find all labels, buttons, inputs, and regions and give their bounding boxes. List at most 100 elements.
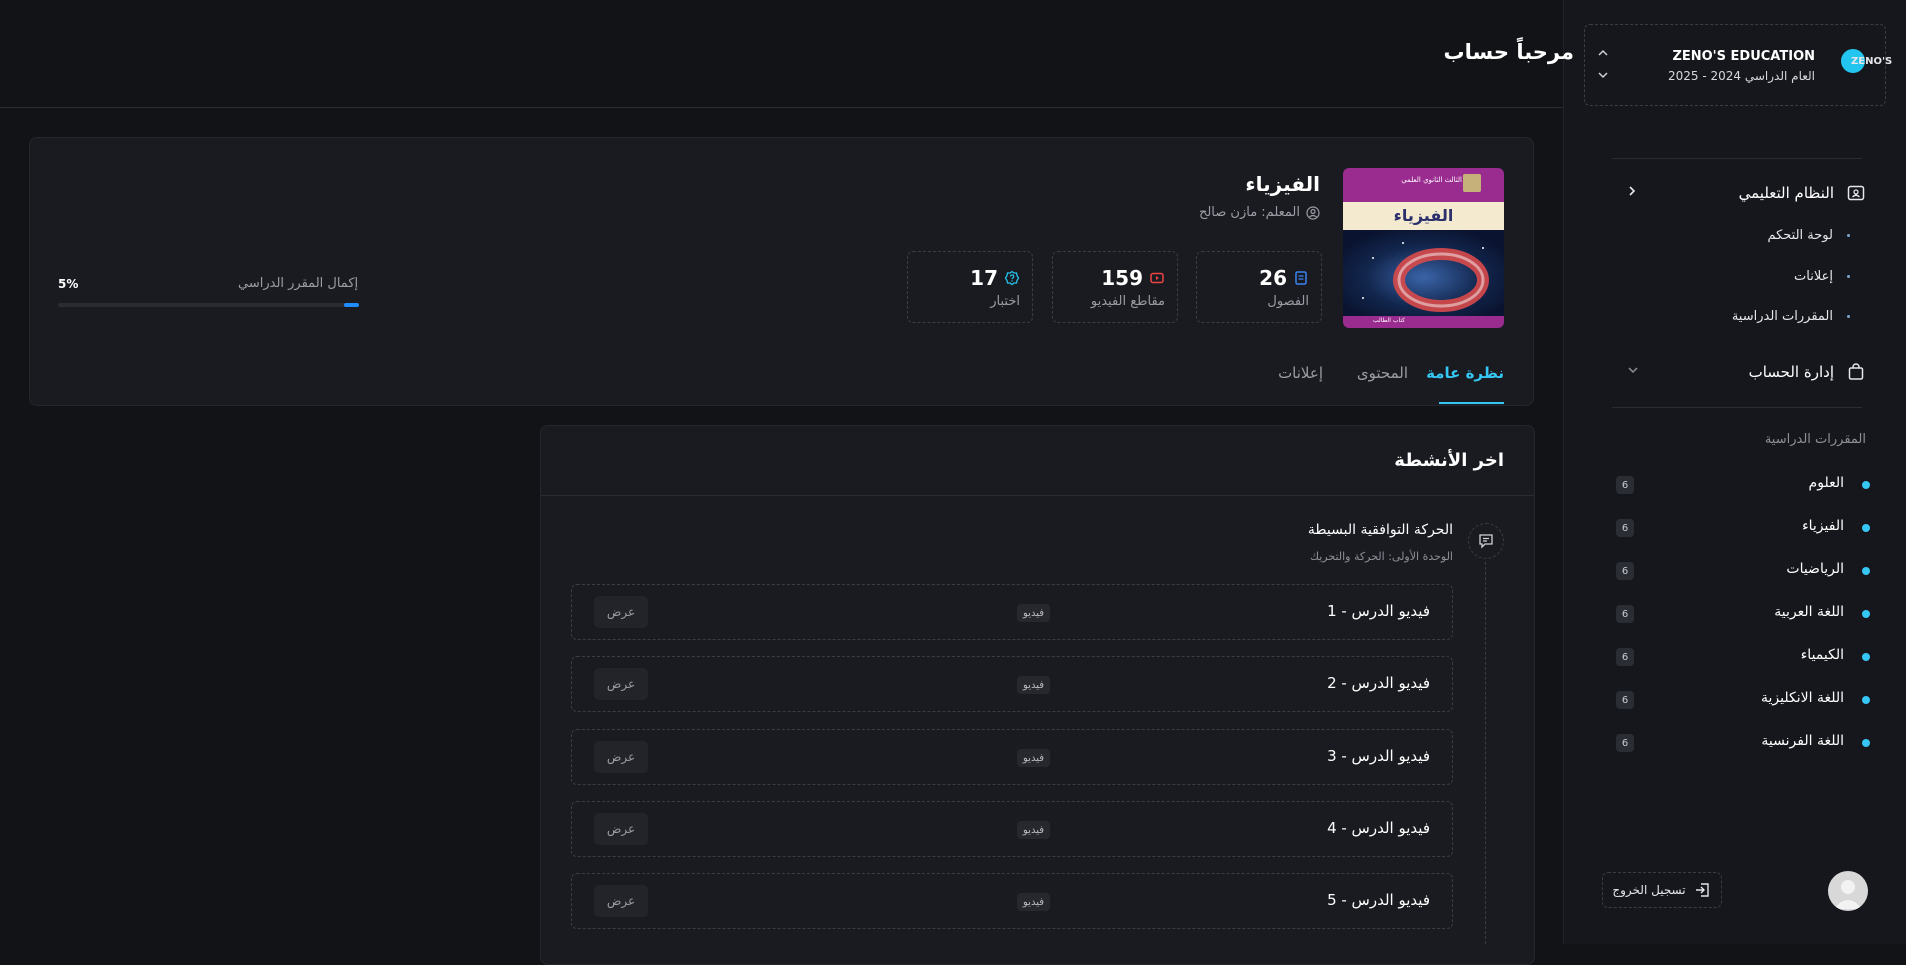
stat-value: 17 bbox=[970, 266, 998, 290]
course-name: الكيمياء bbox=[1800, 647, 1844, 663]
chevron-down-icon[interactable] bbox=[1597, 69, 1609, 81]
stat-label: اختبار bbox=[990, 294, 1020, 309]
sidebar: ZENO'S ZENO'S EDUCATION العام الدراسي 20… bbox=[1563, 0, 1906, 944]
sidebar-course-item[interactable]: 6 اللغة العربية bbox=[1616, 603, 1870, 625]
lesson-type-badge: فيديو bbox=[1017, 749, 1050, 767]
nav-account-management-label: إدارة الحساب bbox=[1748, 363, 1834, 381]
progress-bar-fill bbox=[343, 303, 359, 307]
sidebar-course-item[interactable]: 6 اللغة الفرنسية bbox=[1616, 732, 1870, 754]
course-bullet bbox=[1862, 696, 1870, 704]
tab-content[interactable]: المحتوى bbox=[1357, 364, 1408, 382]
shopping-bag-icon bbox=[1846, 362, 1866, 382]
page-title: مرحباً حساب bbox=[1443, 40, 1574, 64]
sidebar-item-courses[interactable]: المقررات الدراسية bbox=[1732, 306, 1850, 326]
course-cover-image: الثالث الثانوي العلمي الفيزياء كتاب الطا… bbox=[1343, 168, 1504, 328]
sidebar-divider bbox=[1612, 407, 1862, 408]
lesson-title[interactable]: فيديو الدرس - 1 bbox=[1327, 602, 1430, 620]
cover-title: الفيزياء bbox=[1393, 206, 1454, 225]
bullet bbox=[1847, 233, 1850, 237]
stat-videos-value-wrap: 159 bbox=[1101, 266, 1165, 290]
bullet bbox=[1847, 314, 1850, 318]
stat-quizzes-value-wrap: 17 bbox=[970, 266, 1020, 290]
course-bullet bbox=[1862, 567, 1870, 575]
stat-label: الفصول bbox=[1267, 294, 1309, 309]
nav-account-management[interactable]: إدارة الحساب bbox=[1626, 359, 1866, 385]
nav-education-system[interactable]: النظام التعليمي bbox=[1626, 180, 1866, 206]
bullet bbox=[1847, 274, 1850, 278]
org-switcher[interactable]: ZENO'S ZENO'S EDUCATION العام الدراسي 20… bbox=[1584, 24, 1892, 106]
view-button[interactable]: عرض bbox=[594, 813, 648, 845]
progress-percent: 5% bbox=[58, 277, 79, 291]
lesson-row: فيديو الدرس - 1 فيديو عرض bbox=[571, 584, 1453, 640]
nav-education-system-label: النظام التعليمي bbox=[1738, 184, 1834, 202]
view-button[interactable]: عرض bbox=[594, 741, 648, 773]
course-name: الرياضيات bbox=[1786, 561, 1844, 577]
tab-overview[interactable]: نظرة عامة bbox=[1426, 364, 1504, 382]
teacher-label: المعلم: مازن صالح bbox=[1198, 205, 1300, 220]
logout-icon bbox=[1695, 883, 1709, 897]
sidebar-divider bbox=[1612, 158, 1862, 159]
sidebar-course-item[interactable]: 6 الكيمياء bbox=[1616, 646, 1870, 668]
course-name: اللغة الفرنسية bbox=[1761, 733, 1844, 749]
user-circle-icon bbox=[1306, 205, 1320, 220]
book-icon bbox=[1295, 271, 1307, 285]
course-count-badge: 6 bbox=[1616, 691, 1634, 709]
sidebar-item-dashboard[interactable]: لوحة التحكم bbox=[1767, 225, 1850, 245]
sidebar-course-item[interactable]: 6 العلوم bbox=[1616, 474, 1870, 496]
lesson-title[interactable]: فيديو الدرس - 2 bbox=[1327, 674, 1430, 692]
lesson-row: فيديو الدرس - 5 فيديو عرض bbox=[571, 873, 1453, 929]
activity-item-title: الحركة التوافقية البسيطة bbox=[1307, 522, 1453, 538]
lesson-row: فيديو الدرس - 3 فيديو عرض bbox=[571, 729, 1453, 785]
chevron-up-icon[interactable] bbox=[1597, 47, 1609, 59]
lesson-row: فيديو الدرس - 2 فيديو عرض bbox=[571, 656, 1453, 712]
lesson-type-badge: فيديو bbox=[1017, 821, 1050, 839]
lesson-type-badge: فيديو bbox=[1017, 604, 1050, 622]
lesson-title[interactable]: فيديو الدرس - 5 bbox=[1327, 891, 1430, 909]
course-bullet bbox=[1862, 610, 1870, 618]
course-name: العلوم bbox=[1808, 475, 1844, 491]
courses-section-title: المقررات الدراسية bbox=[1764, 432, 1866, 447]
org-title: ZENO'S EDUCATION bbox=[1672, 49, 1815, 64]
tab-announcements[interactable]: إعلانات bbox=[1278, 364, 1323, 382]
stat-quizzes: 17 اختبار bbox=[907, 251, 1033, 323]
academic-year: العام الدراسي 2024 - 2025 bbox=[1667, 69, 1815, 83]
stat-value: 26 bbox=[1259, 266, 1287, 290]
stat-videos: 159 مقاطع الفيديو bbox=[1052, 251, 1178, 323]
course-teacher: المعلم: مازن صالح bbox=[1199, 205, 1320, 220]
avatar[interactable] bbox=[1828, 871, 1868, 911]
video-icon bbox=[1150, 272, 1164, 284]
logout-button[interactable]: تسجيل الخروج bbox=[1602, 872, 1722, 908]
sidebar-course-item[interactable]: 6 الفيزياء bbox=[1616, 517, 1870, 539]
progress-label: إكمال المقرر الدراسي bbox=[238, 276, 359, 291]
view-button[interactable]: عرض bbox=[594, 596, 648, 628]
course-bullet bbox=[1862, 524, 1870, 532]
header-divider bbox=[0, 107, 1563, 108]
activity-title: اخر الأنشطة bbox=[1394, 450, 1504, 471]
stat-chapters-value-wrap: 26 bbox=[1259, 266, 1309, 290]
course-title: الفيزياء bbox=[1245, 172, 1320, 196]
lesson-row: فيديو الدرس - 4 فيديو عرض bbox=[571, 801, 1453, 857]
sidebar-item-label: لوحة التحكم bbox=[1767, 227, 1833, 243]
sidebar-course-item[interactable]: 6 اللغة الانكليزية bbox=[1616, 689, 1870, 711]
course-bullet bbox=[1862, 481, 1870, 489]
lesson-type-badge: فيديو bbox=[1017, 893, 1050, 911]
lesson-type-badge: فيديو bbox=[1017, 676, 1050, 694]
course-bullet bbox=[1862, 739, 1870, 747]
view-button[interactable]: عرض bbox=[594, 668, 648, 700]
course-count-badge: 6 bbox=[1616, 648, 1634, 666]
course-name: اللغة العربية bbox=[1774, 604, 1844, 620]
tab-active-indicator bbox=[1439, 402, 1504, 404]
course-bullet bbox=[1862, 653, 1870, 661]
sidebar-item-announcements[interactable]: إعلانات bbox=[1794, 266, 1850, 286]
sidebar-course-item[interactable]: 6 الرياضيات bbox=[1616, 560, 1870, 582]
org-logo-text: ZENO'S bbox=[1851, 55, 1893, 67]
stat-label: مقاطع الفيديو bbox=[1090, 294, 1165, 309]
course-name: اللغة الانكليزية bbox=[1761, 690, 1844, 706]
lesson-title[interactable]: فيديو الدرس - 3 bbox=[1327, 747, 1430, 765]
stat-value: 159 bbox=[1101, 266, 1143, 290]
view-button[interactable]: عرض bbox=[594, 885, 648, 917]
lesson-title[interactable]: فيديو الدرس - 4 bbox=[1327, 819, 1430, 837]
cover-grade: الثالث الثانوي العلمي bbox=[1401, 176, 1462, 184]
course-name: الفيزياء bbox=[1802, 518, 1844, 534]
course-count-badge: 6 bbox=[1616, 734, 1634, 752]
